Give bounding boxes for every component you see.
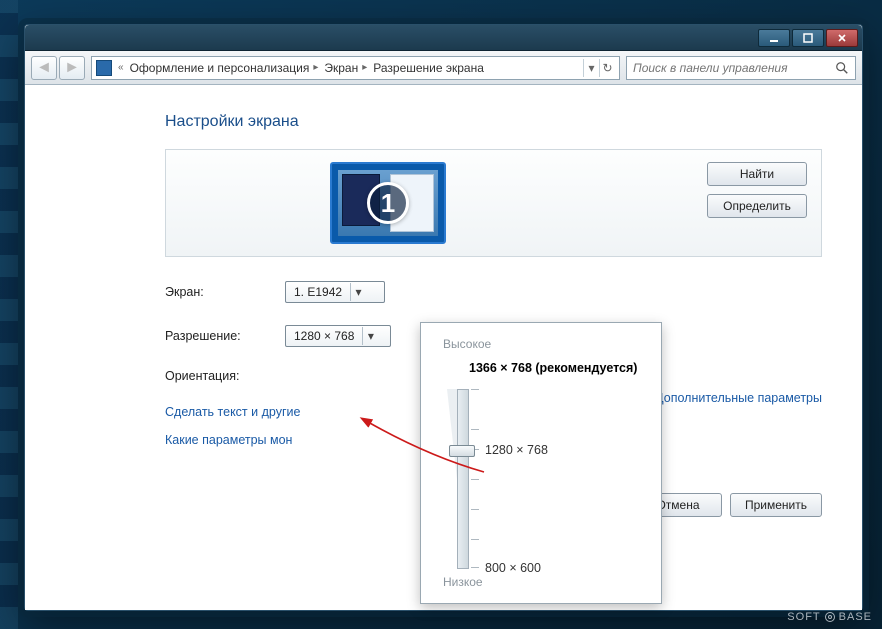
monitor-thumbnail[interactable]: 1 [330,162,446,244]
resolution-slider[interactable]: 1280 × 768 800 × 600 [445,389,645,569]
nav-buttons: ◄ ► [31,56,85,80]
control-panel-icon [96,60,112,76]
breadcrumb-root-chevrons[interactable]: « [118,62,124,73]
breadcrumb-bar[interactable]: « Оформление и персонализация▸ Экран▸ Ра… [91,56,620,80]
breadcrumb-segment-2[interactable]: Экран▸ [324,61,367,75]
forward-button[interactable]: ► [59,56,85,80]
slider-bottom-label: 800 × 600 [485,561,541,575]
label-orientation: Ориентация: [165,369,285,383]
apply-button[interactable]: Применить [730,493,822,517]
monitor-number-badge: 1 [367,182,409,224]
chevron-down-icon: ▾ [350,283,366,301]
breadcrumb-dropdown-button[interactable]: ▾ [583,59,599,77]
monitor-preview-panel: 1 Найти Определить [165,149,822,257]
resolution-slider-popup: Высокое 1366 × 768 (рекомендуется) 1280 … [420,322,662,604]
detect-button[interactable]: Определить [707,194,807,218]
screen-dropdown[interactable]: 1. E1942 ▾ [285,281,385,303]
chevron-down-icon: ▾ [362,327,378,345]
dialog-footer-buttons: Отмена Применить [634,493,822,517]
resolution-dropdown[interactable]: 1280 × 768 ▾ [285,325,391,347]
breadcrumb-segment-1[interactable]: Оформление и персонализация▸ [130,61,319,75]
screen-dropdown-value: 1. E1942 [294,285,342,299]
page-title: Настройки экрана [165,113,822,131]
watermark-text-a: SOFT [787,611,820,623]
slider-recommended-label: 1366 × 768 (рекомендуется) [469,361,645,375]
label-screen: Экран: [165,285,285,299]
slider-thumb[interactable] [449,445,475,457]
resolution-dropdown-value: 1280 × 768 [294,329,354,343]
close-button[interactable] [826,29,858,47]
breadcrumb-label: Экран [324,61,358,75]
slider-current-label: 1280 × 768 [485,443,548,457]
row-screen: Экран: 1. E1942 ▾ [165,281,822,303]
find-button[interactable]: Найти [707,162,807,186]
navigation-bar: ◄ ► « Оформление и персонализация▸ Экран… [25,51,862,85]
search-input[interactable] [633,61,829,75]
watermark: SOFT BASE [787,611,872,623]
minimize-button[interactable] [758,29,790,47]
watermark-ring-icon [825,612,835,622]
back-button[interactable]: ◄ [31,56,57,80]
advanced-settings-link[interactable]: Дополнительные параметры [655,391,822,405]
refresh-button[interactable]: ↻ [599,59,615,77]
slider-track[interactable] [457,389,469,569]
watermark-text-b: BASE [839,611,872,623]
breadcrumb-segment-3[interactable]: Разрешение экрана [373,61,484,75]
search-box[interactable] [626,56,856,80]
maximize-button[interactable] [792,29,824,47]
search-icon [835,61,849,75]
label-resolution: Разрешение: [165,329,285,343]
breadcrumb-label: Оформление и персонализация [130,61,310,75]
slider-caption-high: Высокое [443,337,645,351]
breadcrumb-label: Разрешение экрана [373,61,484,75]
slider-caption-low: Низкое [443,575,645,589]
window-titlebar [25,25,862,51]
